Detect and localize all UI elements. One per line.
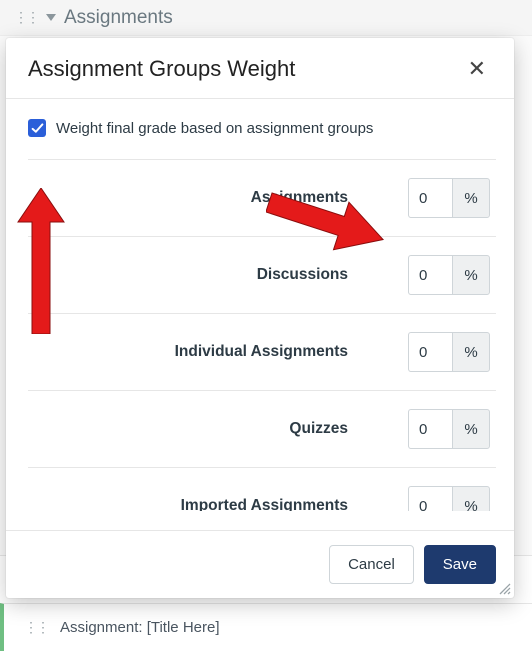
dialog-body: Weight final grade based on assignment g… — [6, 99, 514, 530]
drag-handle-icon: ⋮⋮ — [14, 9, 38, 26]
weight-input-group: % — [408, 255, 490, 295]
percent-addon: % — [452, 409, 490, 449]
close-button[interactable]: ✕ — [462, 56, 492, 82]
dialog-title: Assignment Groups Weight — [28, 56, 295, 82]
checkmark-icon — [31, 122, 44, 135]
weight-input-group: % — [408, 486, 490, 511]
group-label: Imported Assignments — [68, 497, 408, 511]
weight-checkbox-row: Weight final grade based on assignment g… — [28, 113, 500, 151]
weight-input[interactable] — [408, 332, 452, 372]
dialog-header: Assignment Groups Weight ✕ — [6, 38, 514, 99]
group-row: Imported Assignments% — [28, 468, 496, 511]
percent-addon: % — [452, 178, 490, 218]
weight-input[interactable] — [408, 178, 452, 218]
assignments-header-label: Assignments — [64, 7, 173, 29]
group-label: Quizzes — [68, 420, 408, 438]
weight-input[interactable] — [408, 486, 452, 511]
group-row: Discussions% — [28, 237, 496, 314]
weight-input-group: % — [408, 332, 490, 372]
group-label: Individual Assignments — [68, 343, 408, 361]
assignments-header-bar[interactable]: ⋮⋮ Assignments — [0, 0, 532, 36]
bg-row-assignment-title[interactable]: ⋮⋮ Assignment: [Title Here] — [0, 603, 532, 651]
weight-input-group: % — [408, 178, 490, 218]
groups-list[interactable]: Assignments%Discussions%Individual Assig… — [28, 151, 500, 511]
weight-checkbox-label: Weight final grade based on assignment g… — [56, 120, 373, 137]
weight-input[interactable] — [408, 409, 452, 449]
group-row: Assignments% — [28, 159, 496, 237]
save-button[interactable]: Save — [424, 545, 496, 584]
group-row: Quizzes% — [28, 391, 496, 468]
caret-down-icon — [46, 14, 56, 21]
weight-checkbox[interactable] — [28, 119, 46, 137]
percent-addon: % — [452, 255, 490, 295]
group-label: Discussions — [68, 266, 408, 284]
group-label: Assignments — [68, 189, 408, 207]
percent-addon: % — [452, 332, 490, 372]
weight-input-group: % — [408, 409, 490, 449]
resize-grip-icon[interactable] — [498, 582, 512, 596]
cancel-button[interactable]: Cancel — [329, 545, 414, 584]
bg-row-label: Assignment: [Title Here] — [60, 619, 220, 636]
close-icon: ✕ — [468, 56, 486, 81]
percent-addon: % — [452, 486, 490, 511]
group-row: Individual Assignments% — [28, 314, 496, 391]
drag-handle-icon: ⋮⋮ — [24, 619, 48, 636]
assignment-groups-weight-dialog: Assignment Groups Weight ✕ Weight final … — [6, 38, 514, 598]
dialog-footer: Cancel Save — [6, 530, 514, 598]
weight-input[interactable] — [408, 255, 452, 295]
